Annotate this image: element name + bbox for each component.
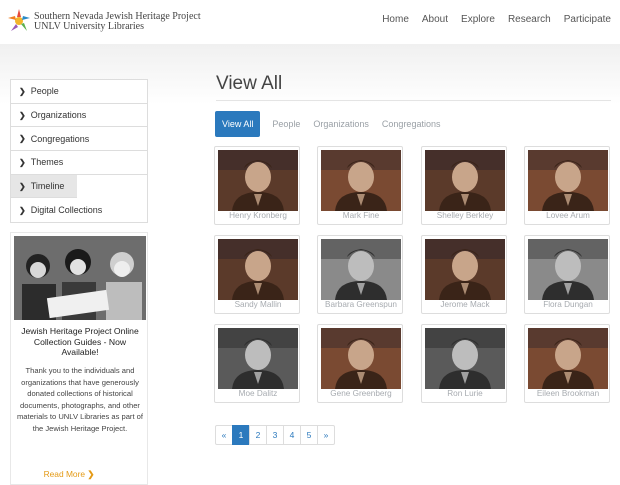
person-name[interactable]: Barbara Greenspun [318,300,404,309]
title-divider [216,100,611,101]
page-title: View All [216,73,283,94]
sidebar-item-label: Digital Collections [30,205,103,216]
tab-view-all[interactable]: View All [215,111,261,137]
nav-research[interactable]: Research [508,14,551,25]
person-photo[interactable] [321,328,401,389]
person-card[interactable]: Barbara Greenspun [317,235,403,314]
person-name[interactable]: Lovee Arum [525,211,611,220]
person-name[interactable]: Gene Greenberg [318,389,404,398]
person-photo[interactable] [425,328,505,389]
pagination-page-3[interactable]: 3 [266,425,284,445]
person-photo[interactable] [321,150,401,211]
chevron-right-icon: ❯ [19,86,26,96]
person-name[interactable]: Jerome Mack [422,300,508,309]
pagination-page-1[interactable]: 1 [232,425,250,445]
person-name[interactable]: Shelley Berkley [422,211,508,220]
pagination-page-4[interactable]: 4 [283,425,301,445]
sidebar-item-themes[interactable]: ❯ Themes [11,151,147,175]
person-card[interactable]: Henry Kronberg [214,146,300,225]
pagination-page-2[interactable]: 2 [249,425,267,445]
person-photo[interactable] [218,328,298,389]
person-photo[interactable] [425,239,505,300]
project-logo-icon[interactable] [6,6,32,36]
sidebar-item-timeline[interactable]: ❯ Timeline [11,174,77,199]
site-header: Southern Nevada Jewish Heritage Project … [0,0,620,44]
sidebar-item-label: Organizations [30,110,87,121]
sidebar-item-label: Themes [30,157,64,168]
sidebar-item-organizations[interactable]: ❯ Organizations [11,104,147,128]
chevron-right-icon: ❯ [19,205,26,215]
promo-title: Jewish Heritage Project Online Collectio… [21,326,139,357]
person-card[interactable]: Sandy Mallin [214,235,300,314]
read-more-label: Read More [43,469,86,479]
person-card[interactable]: Jerome Mack [421,235,507,314]
person-photo[interactable] [528,239,608,300]
sidebar-item-label: People [30,86,59,97]
read-more-link[interactable]: Read More ❯ [5,469,133,479]
person-card[interactable]: Flora Dungan [524,235,610,314]
pagination-page-5[interactable]: 5 [300,425,318,445]
sidebar-item-digital-collections[interactable]: ❯ Digital Collections [11,198,147,222]
person-photo[interactable] [425,150,505,211]
person-card[interactable]: Mark Fine [317,146,403,225]
chevron-right-icon: ❯ [19,134,26,144]
site-name[interactable]: Southern Nevada Jewish Heritage Project … [34,12,201,32]
person-name[interactable]: Ron Lurie [422,389,508,398]
tab-organizations[interactable]: Organizations [313,119,369,129]
tab-congregations[interactable]: Congregations [382,119,441,129]
chevron-right-icon: ❯ [19,181,26,191]
sidebar-item-congregations[interactable]: ❯ Congregations [11,127,147,152]
person-photo[interactable] [218,150,298,211]
person-photo[interactable] [528,150,608,211]
person-photo[interactable] [321,239,401,300]
tab-people[interactable]: People [272,119,300,129]
sidebar-item-people[interactable]: ❯ People [11,80,147,104]
person-card[interactable]: Ron Lurie [421,324,507,403]
promo-body: Thank you to the individuals and organiz… [16,366,144,433]
person-photo[interactable] [528,328,608,389]
org-subtitle: UNLV University Libraries [34,21,144,32]
pagination-next[interactable]: » [317,425,335,445]
person-card[interactable]: Moe Dalitz [214,324,300,403]
promo-photo[interactable] [14,236,146,320]
chevron-right-icon: ❯ [87,469,95,479]
sidebar-item-label: Timeline [30,181,65,192]
person-photo[interactable] [218,239,298,300]
person-name[interactable]: Henry Kronberg [215,211,301,220]
nav-explore[interactable]: Explore [461,14,495,25]
person-name[interactable]: Sandy Mallin [215,300,301,309]
chevron-right-icon: ❯ [19,110,26,120]
collection-guides-promo: Jewish Heritage Project Online Collectio… [10,232,148,485]
nav-home[interactable]: Home [382,14,409,25]
top-nav: Home About Explore Research Participate [382,14,611,25]
pagination: « 1 2 3 4 5 » [215,425,335,445]
person-name[interactable]: Eileen Brookman [525,389,611,398]
person-name[interactable]: Moe Dalitz [215,389,301,398]
person-name[interactable]: Flora Dungan [525,300,611,309]
person-name[interactable]: Mark Fine [318,211,404,220]
filter-tabs: View All People Organizations Congregati… [215,111,453,137]
sidebar-menu: ❯ People ❯ Organizations ❯ Congregations ❯ T… [10,79,148,224]
pagination-prev[interactable]: « [215,425,233,445]
nav-participate[interactable]: Participate [564,14,611,25]
nav-about[interactable]: About [422,14,448,25]
person-card[interactable]: Lovee Arum [524,146,610,225]
person-card[interactable]: Gene Greenberg [317,324,403,403]
sidebar-item-label: Congregations [30,133,90,144]
person-card[interactable]: Shelley Berkley [421,146,507,225]
person-card[interactable]: Eileen Brookman [524,324,610,403]
chevron-right-icon: ❯ [19,157,26,167]
